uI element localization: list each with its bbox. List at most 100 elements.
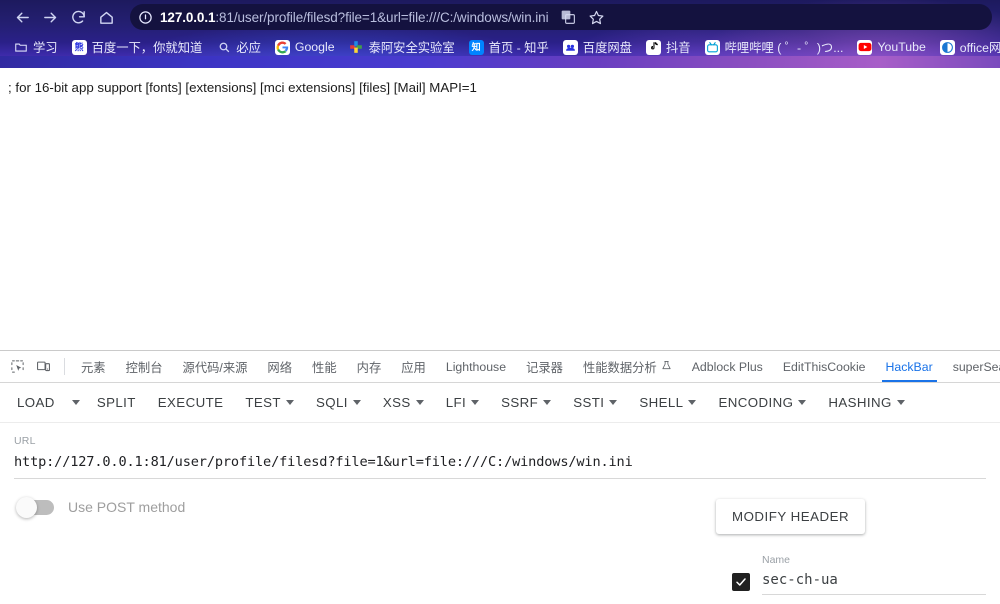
omnibox-actions <box>556 5 608 29</box>
toggle-knob <box>16 496 37 518</box>
bookmark-item-youtube[interactable]: YouTube <box>850 38 932 57</box>
bookmark-item-office-pan[interactable]: office网盘 <box>933 36 1000 58</box>
tab-label: 内存 <box>356 360 382 375</box>
bookmark-label: 百度一下，你就知道 <box>91 41 203 55</box>
tab-recorder[interactable]: 记录器 <box>516 351 573 382</box>
baidu-pan-icon <box>562 39 578 55</box>
tab-label: Lighthouse <box>445 359 507 374</box>
button-label: SHELL <box>639 395 684 410</box>
split-button[interactable]: SPLIT <box>86 389 147 416</box>
forward-arrow-icon[interactable] <box>36 3 64 31</box>
bookmark-item-baidu-pan[interactable]: 百度网盘 <box>556 36 639 58</box>
device-toolbar-icon[interactable] <box>30 351 56 382</box>
chevron-down-icon <box>352 400 361 405</box>
tab-sources[interactable]: 源代码/来源 <box>173 351 258 382</box>
ssti-button[interactable]: SSTI <box>562 389 628 416</box>
execute-button[interactable]: EXECUTE <box>147 389 235 416</box>
tab-label: Adblock Plus <box>691 359 763 374</box>
tab-performance[interactable]: 性能 <box>302 351 347 382</box>
bookmark-item-folder[interactable]: 学习 <box>6 36 65 58</box>
bilibili-icon <box>704 39 720 55</box>
tab-hackbar[interactable]: HackBar <box>876 351 943 382</box>
translate-icon[interactable] <box>556 5 580 29</box>
browser-nav-row: 127.0.0.1:81/user/profile/filesd?file=1&… <box>0 0 1000 34</box>
hashing-button[interactable]: HASHING <box>817 389 915 416</box>
tab-application[interactable]: 应用 <box>391 351 436 382</box>
xss-button[interactable]: XSS <box>372 389 435 416</box>
address-bar-host: 127.0.0.1 <box>160 9 216 25</box>
bookmark-item-google[interactable]: Google <box>268 38 342 57</box>
tab-label: 应用 <box>401 360 426 375</box>
header-section: MODIFY HEADER Name sec-ch-ua <box>716 499 986 595</box>
url-input[interactable]: http://127.0.0.1:81/user/profile/filesd?… <box>14 454 986 479</box>
header-enabled-checkbox[interactable] <box>732 573 750 591</box>
bookmark-item-baidu[interactable]: 熊 百度一下，你就知道 <box>65 36 210 58</box>
modify-header-button[interactable]: MODIFY HEADER <box>716 499 866 534</box>
page-body-text: ; for 16-bit app support [fonts] [extens… <box>8 80 477 95</box>
tab-label: 性能数据分析 <box>582 360 657 375</box>
chevron-down-icon <box>285 400 294 405</box>
bookmark-label: Google <box>294 40 335 54</box>
youtube-icon <box>857 39 873 55</box>
button-label: SSTI <box>573 395 605 410</box>
bookmark-item-douyin[interactable]: 抖音 <box>639 36 698 58</box>
chevron-down-icon <box>543 400 552 405</box>
tab-performance-insights[interactable]: 性能数据分析 <box>573 351 682 382</box>
bookmark-item-bilibili[interactable]: 哔哩哔哩 ( ゜- ゜)つ... <box>698 36 851 58</box>
reload-icon[interactable] <box>64 3 92 31</box>
tab-lighthouse[interactable]: Lighthouse <box>436 351 516 382</box>
tab-network[interactable]: 网络 <box>257 351 302 382</box>
tab-adblock-plus[interactable]: Adblock Plus <box>682 351 773 382</box>
tab-label: 控制台 <box>125 360 163 375</box>
use-post-method-label: Use POST method <box>68 499 186 515</box>
toggle-track[interactable] <box>16 496 54 518</box>
chevron-down-icon <box>609 400 618 405</box>
tab-editthiscookie[interactable]: EditThisCookie <box>773 351 876 382</box>
devtools-tabbar: 元素 控制台 源代码/来源 网络 性能 内存 应用 Lighthouse 记录器… <box>0 351 1000 383</box>
tab-elements[interactable]: 元素 <box>71 351 116 382</box>
zhihu-icon: 知 <box>468 39 484 55</box>
header-name-value[interactable]: sec-ch-ua <box>762 572 986 595</box>
home-icon[interactable] <box>92 3 120 31</box>
tab-supersearch[interactable]: superSearch <box>943 351 1000 382</box>
address-bar-path: :81/user/profile/filesd?file=1&url=file:… <box>215 9 549 25</box>
button-label: XSS <box>382 395 411 410</box>
bookmark-label: 学习 <box>33 41 58 55</box>
use-post-method-toggle[interactable]: Use POST method <box>14 496 186 518</box>
bookmark-label: 百度网盘 <box>582 41 632 55</box>
inspect-element-icon[interactable] <box>4 351 30 382</box>
bookmark-label: 必应 <box>236 41 261 55</box>
bookmark-item-zhihu[interactable]: 知 首页 - 知乎 <box>462 36 556 58</box>
back-arrow-icon[interactable] <box>8 3 36 31</box>
tab-label: HackBar <box>885 359 933 374</box>
button-label: HASHING <box>828 395 892 410</box>
button-label: EXECUTE <box>157 395 224 410</box>
hackbar-toolbar: LOAD SPLIT EXECUTE TEST SQLI XSS LFI SSR… <box>0 383 1000 423</box>
hackbar-panel: LOAD SPLIT EXECUTE TEST SQLI XSS LFI SSR… <box>0 383 1000 604</box>
office-pan-icon <box>939 39 955 55</box>
tab-console[interactable]: 控制台 <box>116 351 173 382</box>
chevron-down-icon <box>896 400 905 405</box>
load-dropdown-button[interactable] <box>66 394 86 411</box>
shell-button[interactable]: SHELL <box>628 389 707 416</box>
address-bar[interactable]: 127.0.0.1:81/user/profile/filesd?file=1&… <box>130 4 992 30</box>
bookmark-label: YouTube <box>877 40 926 54</box>
tab-label: 源代码/来源 <box>182 360 248 375</box>
bookmark-label: office网盘 <box>959 41 1000 55</box>
tab-memory[interactable]: 内存 <box>347 351 392 382</box>
info-circle-icon[interactable] <box>136 8 154 26</box>
tab-label: 网络 <box>267 360 293 375</box>
star-icon[interactable] <box>584 5 608 29</box>
test-button[interactable]: TEST <box>234 389 305 416</box>
bookmark-item-taie-lab[interactable]: 泰阿安全实验室 <box>342 36 462 58</box>
lfi-button[interactable]: LFI <box>435 389 490 416</box>
bookmark-item-bing[interactable]: 必应 <box>209 36 268 58</box>
header-name-field[interactable]: Name sec-ch-ua <box>762 554 986 595</box>
ssrf-button[interactable]: SSRF <box>490 389 562 416</box>
bing-search-icon <box>216 40 231 55</box>
encoding-button[interactable]: ENCODING <box>707 389 817 416</box>
load-button[interactable]: LOAD <box>6 389 66 416</box>
button-label: LOAD <box>17 395 55 410</box>
google-icon <box>274 39 290 55</box>
sqli-button[interactable]: SQLI <box>305 389 372 416</box>
